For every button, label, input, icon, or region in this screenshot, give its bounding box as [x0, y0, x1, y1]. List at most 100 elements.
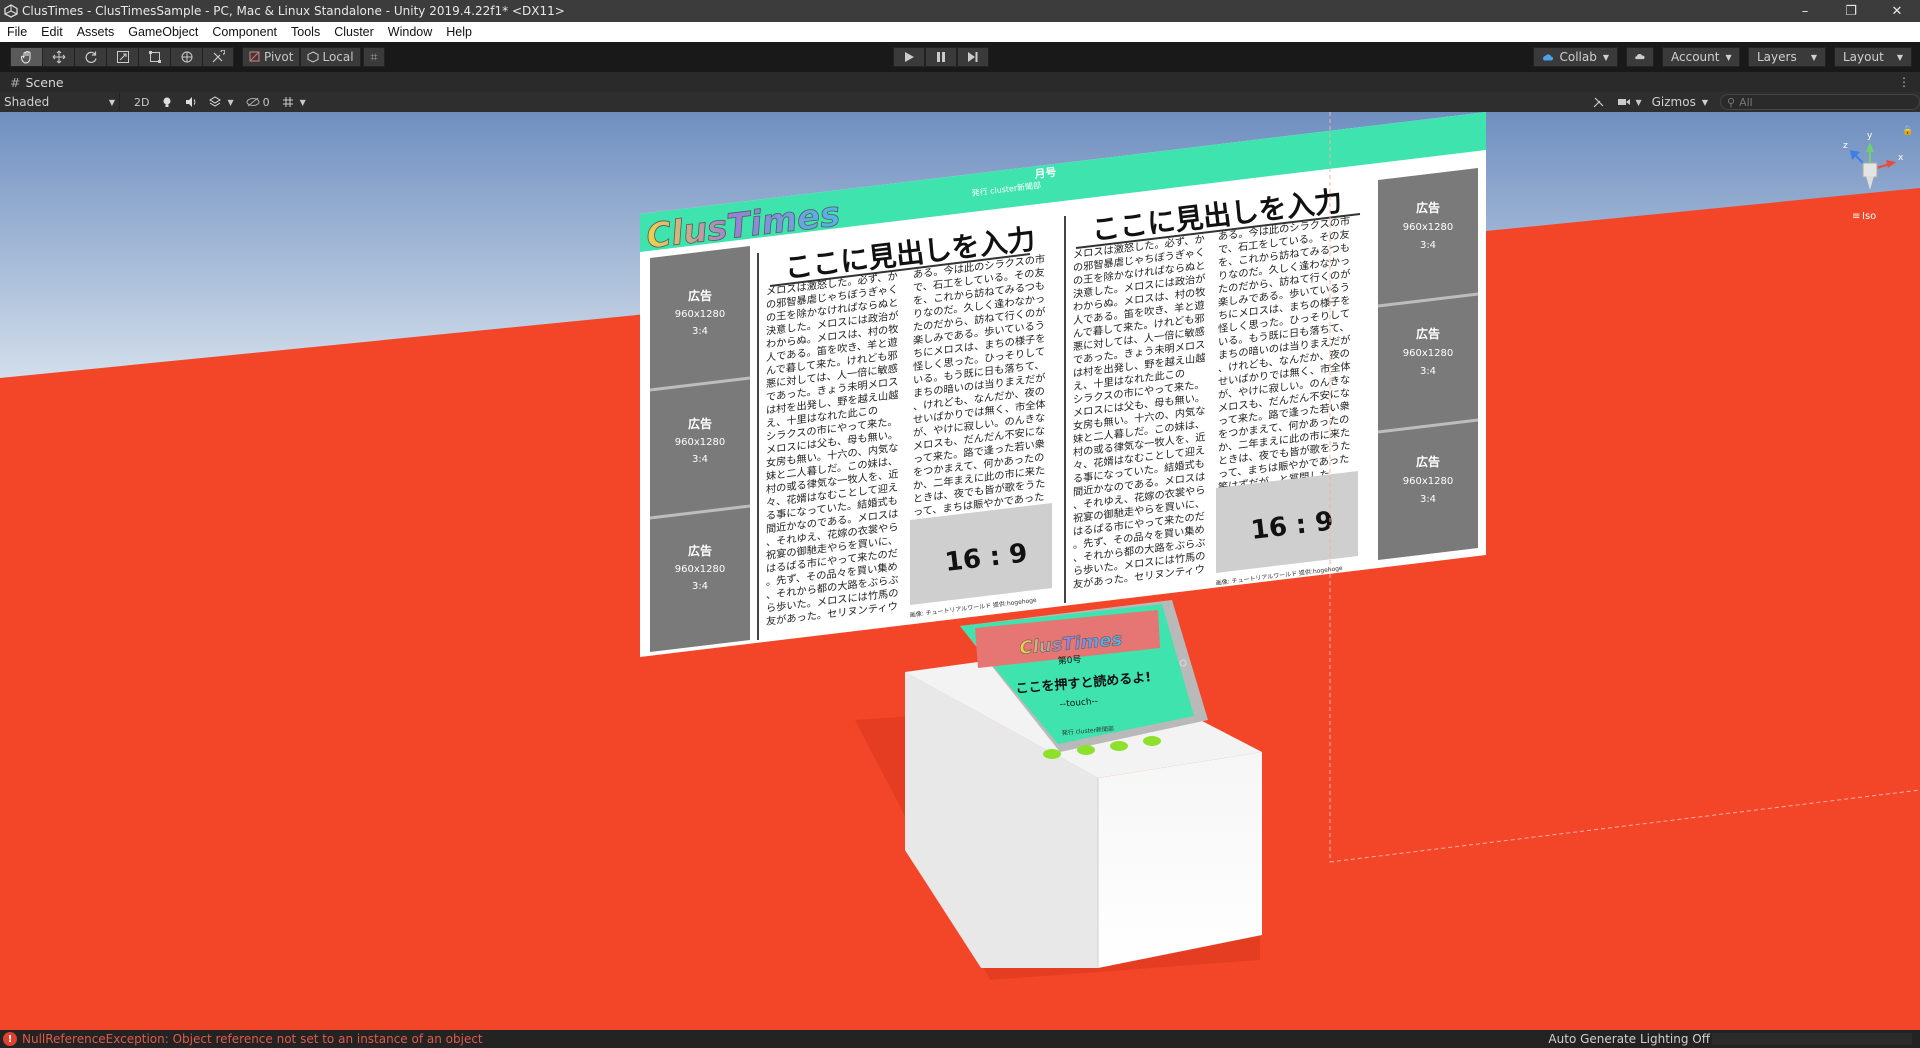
chevron-down-icon: ▼ — [227, 97, 234, 107]
ad-title: 広告 — [1416, 200, 1440, 215]
ad-size: 960x1280 — [675, 564, 725, 575]
lock-icon[interactable]: 🔒 — [1902, 125, 1913, 136]
cloud-icon — [1635, 53, 1645, 60]
menu-tools[interactable]: Tools — [284, 25, 327, 39]
grid-icon: # — [10, 74, 21, 90]
ad-size: 960x1280 — [1403, 476, 1453, 487]
restore-button[interactable]: ❐ — [1828, 0, 1874, 22]
search-icon: ⚲ — [1727, 95, 1736, 109]
gizmo-z-label: z — [1843, 141, 1848, 151]
cube-icon — [307, 51, 319, 63]
ad-ratio: 3:4 — [1420, 240, 1436, 251]
collab-dropdown[interactable]: Collab ▼ — [1533, 47, 1618, 67]
ad-ratio: 3:4 — [692, 326, 708, 337]
kiosk-button[interactable] — [1077, 745, 1095, 755]
chevron-down-icon: ▼ — [1725, 52, 1732, 62]
menu-gameobject[interactable]: GameObject — [121, 25, 205, 39]
ad-size: 960x1280 — [1403, 348, 1453, 359]
layers-dropdown[interactable]: Layers ▼ — [1748, 47, 1826, 67]
menu-file[interactable]: File — [0, 25, 34, 39]
kiosk-button[interactable] — [1143, 736, 1161, 746]
lighting-status[interactable]: Auto Generate Lighting Off — [1548, 1032, 1710, 1046]
menu-component[interactable]: Component — [205, 25, 284, 39]
search-placeholder: All — [1739, 95, 1753, 109]
transform-tools — [10, 47, 234, 67]
transform-tool-icon[interactable] — [170, 47, 202, 67]
rect-tool-icon[interactable] — [138, 47, 170, 67]
scene-tab-bar: # Scene ⋮ — [0, 72, 1920, 92]
collab-label: Collab — [1559, 50, 1597, 64]
account-label: Account — [1671, 50, 1720, 64]
chevron-down-icon: ▼ — [299, 97, 306, 107]
shading-mode-dropdown[interactable]: Shaded ▼ — [0, 93, 120, 111]
pivot-label: Pivot — [264, 50, 294, 64]
unity-logo-icon — [0, 0, 22, 22]
lighting-toggle-icon[interactable] — [155, 93, 179, 111]
pivot-group: Pivot Local — [242, 47, 385, 67]
chevron-down-icon: ▼ — [1896, 52, 1903, 62]
local-toggle[interactable]: Local — [300, 47, 361, 67]
cloud-button[interactable] — [1626, 47, 1654, 67]
scale-tool-icon[interactable] — [106, 47, 138, 67]
account-dropdown[interactable]: Account ▼ — [1662, 47, 1740, 67]
effects-toggle-icon[interactable]: ▼ — [203, 93, 239, 111]
toolbar-right: Collab ▼ Account ▼ Layers ▼ Layout ▼ — [1533, 47, 1912, 67]
ad-title: 広告 — [1416, 454, 1440, 469]
local-label: Local — [322, 50, 354, 64]
menu-help[interactable]: Help — [439, 25, 479, 39]
rotate-tool-icon[interactable] — [74, 47, 106, 67]
tab-menu-icon[interactable]: ⋮ — [1898, 75, 1920, 89]
pivot-toggle[interactable]: Pivot — [242, 47, 301, 67]
layout-dropdown[interactable]: Layout ▼ — [1834, 47, 1912, 67]
chevron-down-icon: ▼ — [108, 97, 115, 107]
menu-assets[interactable]: Assets — [70, 25, 122, 39]
kiosk-button[interactable] — [1043, 749, 1061, 759]
status-bar: ! NullReferenceException: Object referen… — [0, 1030, 1920, 1048]
eye-slash-icon — [246, 97, 260, 107]
tools-icon[interactable] — [1587, 93, 1611, 111]
pause-icon[interactable] — [925, 47, 957, 67]
layout-label: Layout — [1843, 50, 1884, 64]
audio-toggle-icon[interactable] — [179, 93, 203, 111]
projection-label[interactable]: Iso — [1862, 211, 1876, 222]
scene-toolbar-right: ▼ Gizmos ▼ ⚲ All — [1587, 93, 1920, 111]
tab-scene-label: Scene — [25, 74, 64, 90]
hidden-count: 0 — [262, 95, 270, 109]
hidden-objects-toggle[interactable]: 0 — [240, 93, 276, 111]
ad-size: 960x1280 — [675, 309, 725, 320]
menu-edit[interactable]: Edit — [34, 25, 70, 39]
mode-2d-toggle[interactable]: 2D — [128, 93, 155, 111]
minimize-button[interactable]: – — [1782, 0, 1828, 22]
step-icon[interactable] — [957, 47, 989, 67]
ad-title: 広告 — [688, 543, 712, 558]
shading-mode-label: Shaded — [4, 95, 50, 109]
scene-viewport[interactable]: 月号 発行 cluster新聞部 ClusTimes 広告 960x1280 3… — [0, 112, 1920, 1030]
collab-icon — [1543, 53, 1554, 60]
tab-scene[interactable]: # Scene — [0, 72, 74, 92]
ad-title: 広告 — [1416, 326, 1440, 341]
hand-tool-icon[interactable] — [10, 47, 42, 67]
chevron-down-icon: ▼ — [1701, 97, 1708, 107]
window-titlebar: ClusTimes - ClusTimesSample - PC, Mac & … — [0, 0, 1920, 22]
menu-cluster[interactable]: Cluster — [327, 25, 381, 39]
gizmos-dropdown[interactable]: Gizmos ▼ — [1648, 93, 1712, 111]
menu-window[interactable]: Window — [381, 25, 439, 39]
chevron-down-icon: ▼ — [1602, 52, 1609, 62]
error-icon[interactable]: ! — [3, 1032, 17, 1046]
console-error-message[interactable]: NullReferenceException: Object reference… — [22, 1032, 483, 1046]
scene-search-input[interactable]: ⚲ All — [1720, 94, 1920, 110]
grid-toggle-icon[interactable]: ▼ — [276, 93, 312, 111]
playmode-controls — [893, 47, 989, 67]
ad-size: 960x1280 — [1403, 222, 1453, 233]
issue-label: 月号 — [1033, 165, 1057, 181]
main-toolbar: Pivot Local Collab ▼ Account ▼ Layers ▼ … — [0, 42, 1920, 72]
grid-snap-icon[interactable] — [362, 47, 385, 67]
custom-tool-icon[interactable] — [202, 47, 234, 67]
move-tool-icon[interactable] — [42, 47, 74, 67]
kiosk-button[interactable] — [1110, 741, 1128, 751]
gizmo-y-label: y — [1867, 131, 1873, 141]
close-button[interactable]: ✕ — [1874, 0, 1920, 22]
play-icon[interactable] — [893, 47, 925, 67]
camera-icon[interactable]: ▼ — [1611, 93, 1647, 111]
menu-bar: File Edit Assets GameObject Component To… — [0, 22, 1920, 42]
